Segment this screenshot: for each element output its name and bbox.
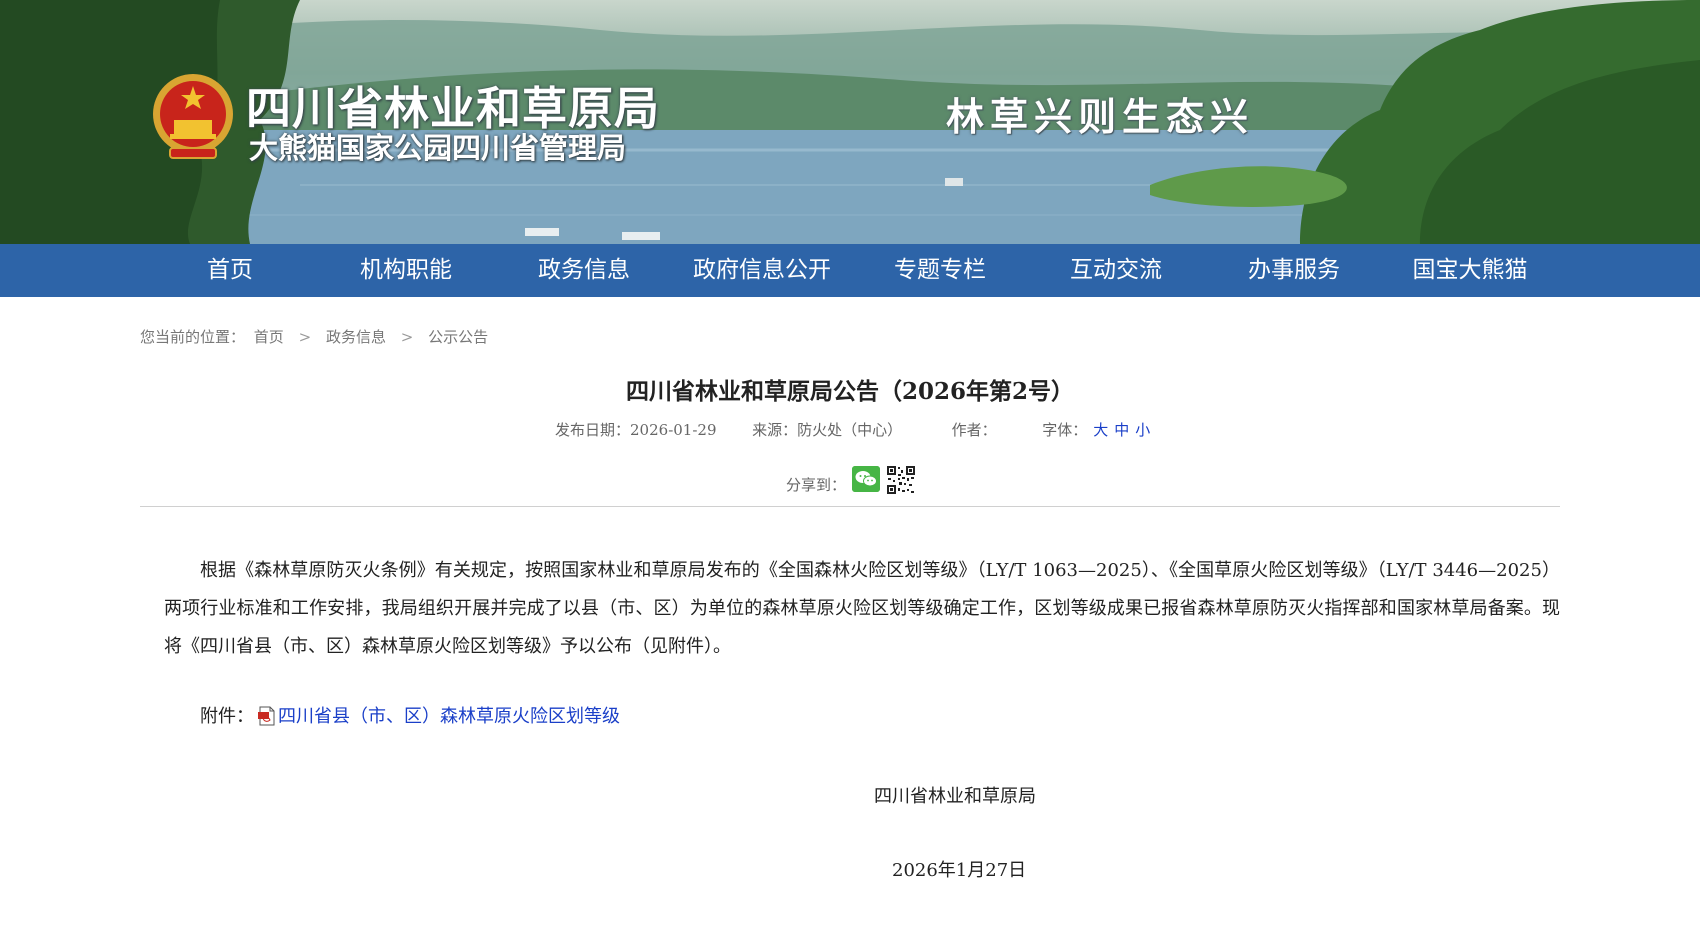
site-subname: 大熊猫国家公园四川省管理局 bbox=[249, 131, 627, 165]
breadcrumb-announcements[interactable]: 公示公告 bbox=[428, 328, 488, 346]
nav-item-special-topics[interactable]: 专题专栏 bbox=[880, 244, 1000, 297]
nav-item-government-news[interactable]: 政务信息 bbox=[524, 244, 644, 297]
qr-code-icon[interactable] bbox=[886, 465, 916, 495]
breadcrumb-government-news[interactable]: 政务信息 bbox=[326, 328, 386, 346]
article-meta: 发布日期：2026-01-29 来源：防火处（中心） 作者： 字体： 大中小 bbox=[555, 419, 1150, 440]
nav-item-giant-panda[interactable]: 国宝大熊猫 bbox=[1400, 244, 1540, 297]
font-size-small-button[interactable]: 小 bbox=[1135, 421, 1150, 439]
national-emblem-logo bbox=[153, 74, 233, 159]
article-title: 四川省林业和草原局公告（2026年第2号） bbox=[625, 378, 1075, 405]
font-size-label: 字体： bbox=[1042, 421, 1088, 439]
source-value: 防火处（中心） bbox=[797, 421, 903, 439]
source-label: 来源： bbox=[752, 421, 798, 439]
slogan: 林草兴则生态兴 bbox=[946, 95, 1255, 139]
font-size-large-button[interactable]: 大 bbox=[1093, 421, 1108, 439]
breadcrumb-home[interactable]: 首页 bbox=[254, 328, 284, 346]
share-label: 分享到： bbox=[786, 476, 847, 494]
article-body: 根据《森林草原防灭火条例》有关规定，按照国家林业和草原局发布的《全国森林火险区划… bbox=[164, 560, 1560, 657]
divider bbox=[140, 506, 1560, 507]
publish-date: 2026-01-29 bbox=[630, 421, 717, 439]
breadcrumb-separator: > bbox=[400, 328, 414, 346]
nav-item-services[interactable]: 办事服务 bbox=[1234, 244, 1354, 297]
nav-item-interaction[interactable]: 互动交流 bbox=[1056, 244, 1176, 297]
nav-item-home[interactable]: 首页 bbox=[170, 244, 290, 297]
header-banner: 四川省林业和草原局 大熊猫国家公园四川省管理局 林草兴则生态兴 bbox=[0, 0, 1700, 244]
nav-item-information-disclosure[interactable]: 政府信息公开 bbox=[682, 244, 842, 297]
nav-item-organization[interactable]: 机构职能 bbox=[346, 244, 466, 297]
font-size-medium-button[interactable]: 中 bbox=[1114, 421, 1129, 439]
breadcrumb: 您当前的位置： 首页 > 政务信息 > 公示公告 bbox=[140, 326, 488, 347]
signature: 四川省林业和草原局 bbox=[874, 786, 1036, 807]
attachment-label: 附件： bbox=[200, 706, 254, 727]
attachment: 附件： 四川省县（市、区）森林草原火险区划等级 bbox=[200, 702, 620, 728]
breadcrumb-separator: > bbox=[298, 328, 312, 346]
sign-date: 2026年1月27日 bbox=[892, 860, 1027, 881]
main-nav: 首页 机构职能 政务信息 政府信息公开 专题专栏 互动交流 办事服务 国宝大熊猫 bbox=[0, 244, 1700, 297]
attachment-link[interactable]: 四川省县（市、区）森林草原火险区划等级 bbox=[278, 706, 620, 727]
pdf-file-icon bbox=[258, 706, 275, 726]
wechat-share-icon[interactable] bbox=[852, 466, 880, 492]
author-label: 作者： bbox=[951, 421, 997, 439]
publish-date-label: 发布日期： bbox=[555, 421, 631, 439]
breadcrumb-label: 您当前的位置： bbox=[140, 328, 246, 346]
